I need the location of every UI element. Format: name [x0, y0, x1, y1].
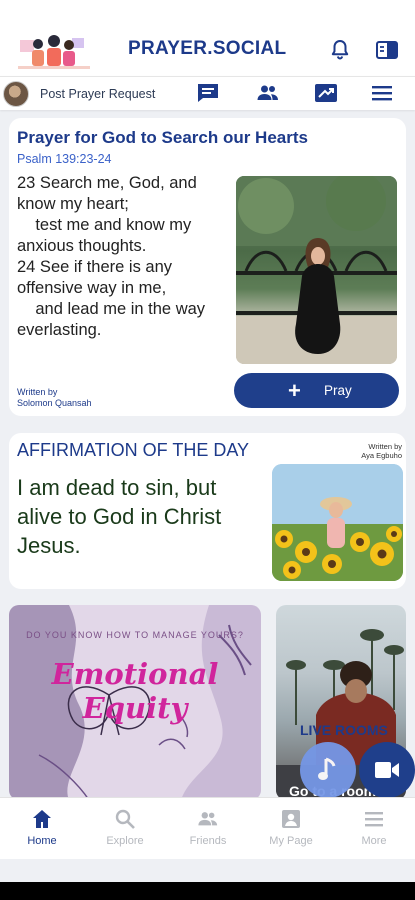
pray-button-label: Pray	[324, 383, 352, 398]
tile-title: Emotional Equity	[51, 657, 219, 725]
avatar[interactable]	[3, 81, 29, 107]
scripture-reference: Psalm 139:23-24	[17, 152, 112, 166]
affirmation-photo	[272, 464, 403, 581]
chat-icon[interactable]	[196, 82, 220, 104]
music-note-icon	[318, 757, 336, 780]
menu-icon	[365, 812, 383, 827]
app-title: PRAYER.SOCIAL	[128, 38, 287, 59]
author-name[interactable]: Aya Egbuho	[361, 451, 402, 460]
affirmation-card[interactable]: AFFIRMATION OF THE DAY Written by Aya Eg…	[9, 433, 406, 589]
profile-page-icon	[282, 810, 300, 828]
menu-icon[interactable]	[370, 82, 394, 104]
video-camera-icon	[375, 762, 399, 778]
bell-icon[interactable]	[328, 38, 352, 62]
tab-explore[interactable]: Explore	[90, 808, 160, 856]
tab-my-page[interactable]: My Page	[256, 808, 326, 856]
people-illustration-logo[interactable]	[18, 30, 90, 70]
author-name[interactable]: Solomon Quansah	[17, 398, 92, 409]
written-by-credit: Written by Solomon Quansah	[17, 387, 92, 409]
prayer-card[interactable]: Prayer for God to Search our Hearts Psal…	[9, 118, 406, 416]
affirmation-title: AFFIRMATION OF THE DAY	[17, 440, 250, 460]
action-bar: Post Prayer Request	[0, 76, 415, 110]
app-header: PRAYER.SOCIAL	[0, 0, 415, 76]
music-button[interactable]	[300, 742, 356, 798]
emotional-equity-tile[interactable]: DO YOU KNOW HOW TO MANAGE YOURS? Emotion…	[9, 605, 261, 800]
affirmation-text: I am dead to sin, but alive to God in Ch…	[17, 475, 222, 558]
post-prayer-request-link[interactable]: Post Prayer Request	[40, 87, 155, 101]
friends-icon[interactable]	[256, 82, 280, 104]
tab-home[interactable]: Home	[7, 808, 77, 856]
home-icon	[33, 810, 51, 828]
share-icon[interactable]	[314, 82, 338, 104]
bottom-tab-bar: Home Explore Friends My Page More	[0, 797, 415, 859]
pray-button[interactable]: + Pray	[234, 373, 399, 408]
live-rooms-label: LIVE ROOMS	[300, 722, 388, 738]
tile-question: DO YOU KNOW HOW TO MANAGE YOURS?	[26, 630, 244, 640]
system-navigation-bar	[0, 882, 415, 900]
video-call-button[interactable]	[359, 742, 415, 798]
book-icon[interactable]	[375, 38, 399, 62]
prayer-photo	[236, 176, 397, 364]
written-by-credit: Written by Aya Egbuho	[361, 442, 402, 460]
prayer-body: 23 Search me, God, and know my heart; te…	[17, 174, 206, 339]
plus-icon: +	[288, 378, 301, 403]
search-icon	[115, 809, 135, 829]
prayer-title: Prayer for God to Search our Hearts	[17, 128, 308, 147]
tab-friends[interactable]: Friends	[173, 808, 243, 856]
friends-icon	[198, 812, 218, 826]
tab-more[interactable]: More	[339, 808, 409, 856]
